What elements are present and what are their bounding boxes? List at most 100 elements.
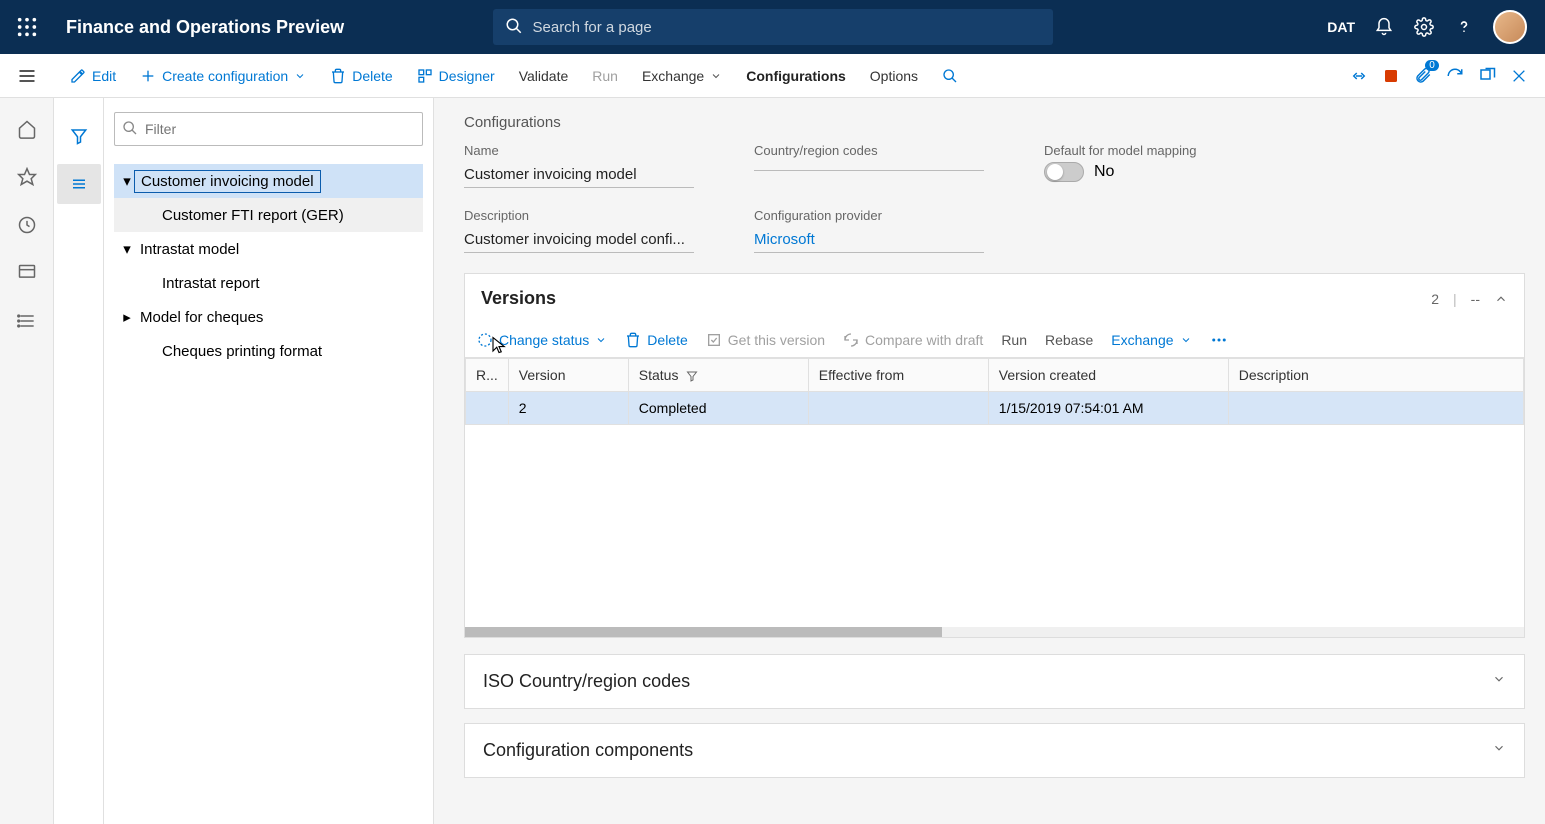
- configurations-tab[interactable]: Configurations: [734, 54, 858, 98]
- main: ▾ Customer invoicing model Customer FTI …: [0, 98, 1545, 824]
- change-status-label: Change status: [499, 332, 589, 348]
- global-search: [493, 9, 1053, 45]
- help-icon[interactable]: [1453, 16, 1475, 38]
- popout-icon[interactable]: [1477, 66, 1497, 86]
- delete-label: Delete: [352, 68, 392, 84]
- versions-toolbar: Change status Delete Get this version Co…: [465, 323, 1524, 357]
- search-icon: [122, 120, 138, 141]
- tree-item-model-for-cheques[interactable]: ▸ Model for cheques: [114, 300, 423, 334]
- recent-icon[interactable]: [16, 214, 38, 236]
- tree-item-customer-invoicing-model[interactable]: ▾ Customer invoicing model: [114, 164, 423, 198]
- waffle-icon: [16, 16, 38, 38]
- compare-button: Compare with draft: [843, 332, 983, 348]
- filter-input[interactable]: [114, 112, 423, 146]
- search-input[interactable]: [493, 9, 1053, 45]
- country-value[interactable]: [754, 162, 984, 171]
- components-card[interactable]: Configuration components: [464, 723, 1525, 778]
- rebase-button[interactable]: Rebase: [1045, 332, 1093, 348]
- avatar[interactable]: [1493, 10, 1527, 44]
- col-status[interactable]: Status: [628, 359, 808, 392]
- col-effective[interactable]: Effective from: [808, 359, 988, 392]
- filter-icon[interactable]: [686, 370, 698, 382]
- provider-value[interactable]: Microsoft: [754, 227, 984, 253]
- col-description[interactable]: Description: [1228, 359, 1523, 392]
- caret-icon[interactable]: ▾: [120, 240, 134, 258]
- tree-label: Customer FTI report (GER): [156, 205, 350, 226]
- field-default-mapping: Default for model mapping No: [1044, 143, 1196, 188]
- name-value[interactable]: Customer invoicing model: [464, 162, 694, 188]
- validate-button[interactable]: Validate: [507, 54, 581, 98]
- action-bar-right: 0: [1349, 66, 1537, 86]
- iso-title: ISO Country/region codes: [483, 671, 690, 692]
- chevron-down-icon: [294, 70, 306, 82]
- settings-icon[interactable]: [1413, 16, 1435, 38]
- validate-label: Validate: [519, 68, 569, 84]
- more-button[interactable]: [1210, 331, 1228, 349]
- notifications-icon[interactable]: [1373, 16, 1395, 38]
- designer-button[interactable]: Designer: [405, 54, 507, 98]
- versions-count: 2: [1431, 291, 1439, 307]
- exchange-label: Exchange: [642, 68, 704, 84]
- name-label: Name: [464, 143, 694, 158]
- tree-item-intrastat-model[interactable]: ▾ Intrastat model: [114, 232, 423, 266]
- office-icon[interactable]: [1381, 66, 1401, 86]
- edit-label: Edit: [92, 68, 116, 84]
- home-icon[interactable]: [16, 118, 38, 140]
- caret-icon[interactable]: ▾: [120, 172, 134, 190]
- tree-item-intrastat-report[interactable]: Intrastat report: [114, 266, 423, 300]
- caret-icon[interactable]: ▸: [120, 308, 134, 326]
- col-created[interactable]: Version created: [988, 359, 1228, 392]
- col-r[interactable]: R...: [466, 359, 509, 392]
- country-label: Country/region codes: [754, 143, 984, 158]
- versions-header[interactable]: Versions 2 | --: [465, 274, 1524, 323]
- iso-country-card[interactable]: ISO Country/region codes: [464, 654, 1525, 709]
- desc-value[interactable]: Customer invoicing model confi...: [464, 227, 694, 253]
- delete-button[interactable]: Delete: [318, 54, 404, 98]
- create-label: Create configuration: [162, 68, 288, 84]
- version-exchange-label: Exchange: [1111, 332, 1173, 348]
- nav-toggle[interactable]: [0, 54, 54, 98]
- workspaces-icon[interactable]: [16, 262, 38, 284]
- get-version-label: Get this version: [728, 332, 825, 348]
- chevron-up-icon[interactable]: [1494, 292, 1508, 306]
- exchange-button[interactable]: Exchange: [630, 54, 734, 98]
- version-exchange-button[interactable]: Exchange: [1111, 332, 1191, 348]
- tree-label: Customer invoicing model: [134, 170, 321, 193]
- col-version[interactable]: Version: [508, 359, 628, 392]
- provider-label: Configuration provider: [754, 208, 984, 223]
- filter-pane-button[interactable]: [57, 116, 101, 156]
- chevron-down-icon: [1180, 334, 1192, 346]
- close-icon[interactable]: [1509, 66, 1529, 86]
- version-delete-button[interactable]: Delete: [625, 332, 687, 348]
- waffle-button[interactable]: [0, 0, 54, 54]
- tree-label: Model for cheques: [134, 307, 269, 328]
- field-row-1: Name Customer invoicing model Country/re…: [464, 143, 1525, 188]
- versions-card: Versions 2 | -- Change status Delete: [464, 273, 1525, 638]
- find-button[interactable]: [930, 54, 970, 98]
- default-toggle[interactable]: [1044, 162, 1084, 182]
- chevron-down-icon: [1492, 672, 1506, 691]
- app-title: Finance and Operations Preview: [66, 17, 344, 38]
- horizontal-scrollbar[interactable]: [465, 627, 1524, 637]
- default-toggle-wrap: No: [1044, 162, 1196, 182]
- tree-item-cheques-printing-format[interactable]: Cheques printing format: [114, 334, 423, 368]
- compare-label: Compare with draft: [865, 332, 983, 348]
- cell-created: 1/15/2019 07:54:01 AM: [988, 392, 1228, 425]
- edit-button[interactable]: Edit: [58, 54, 128, 98]
- table-row[interactable]: 2 Completed 1/15/2019 07:54:01 AM: [466, 392, 1524, 425]
- company-label[interactable]: DAT: [1327, 19, 1355, 35]
- link-icon[interactable]: [1349, 66, 1369, 86]
- tree-item-customer-fti-report[interactable]: Customer FTI report (GER): [114, 198, 423, 232]
- options-button[interactable]: Options: [858, 54, 930, 98]
- attachments-icon[interactable]: 0: [1413, 66, 1433, 86]
- col-status-label: Status: [639, 367, 679, 383]
- chevron-down-icon: [710, 70, 722, 82]
- versions-table-wrap: R... Version Status Effective from Versi…: [465, 357, 1524, 627]
- create-configuration-button[interactable]: Create configuration: [128, 54, 318, 98]
- refresh-icon[interactable]: [1445, 66, 1465, 86]
- modules-icon[interactable]: [16, 310, 38, 332]
- favorites-icon[interactable]: [16, 166, 38, 188]
- change-status-button[interactable]: Change status: [477, 332, 607, 348]
- version-run-button[interactable]: Run: [1001, 332, 1027, 348]
- list-pane-button[interactable]: [57, 164, 101, 204]
